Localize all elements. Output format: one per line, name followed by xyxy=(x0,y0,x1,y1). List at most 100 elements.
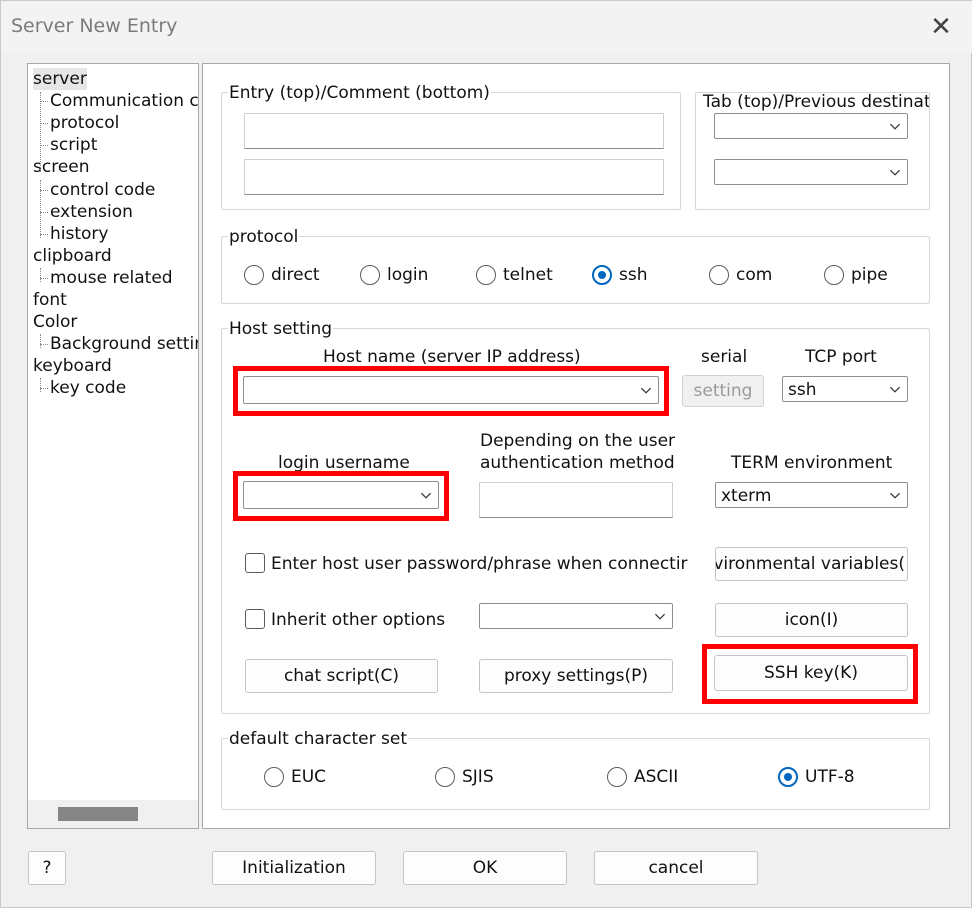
login-username-label: login username xyxy=(278,453,410,473)
tree-item[interactable]: screen xyxy=(33,156,90,178)
chevron-down-icon xyxy=(654,613,666,620)
protocol-radio-login[interactable] xyxy=(360,265,380,285)
charset-radio-ascii[interactable] xyxy=(607,767,627,787)
protocol-radio-label: login xyxy=(387,265,429,285)
tree-connector xyxy=(40,277,48,279)
auth-method-input[interactable] xyxy=(479,482,673,518)
environment-variables-button[interactable]: nvironmental variables( xyxy=(715,547,908,581)
help-button[interactable]: ? xyxy=(28,851,66,885)
hostname-label: Host name (server IP address) xyxy=(323,347,581,367)
ok-button[interactable]: OK xyxy=(403,851,567,885)
protocol-radio-label: direct xyxy=(271,265,320,285)
charset-radio-label: EUC xyxy=(291,767,327,787)
charset-legend: default character set xyxy=(228,729,409,749)
settings-tree: server Communication co protocol script scre… xyxy=(27,63,199,829)
tree-item[interactable]: control code xyxy=(50,179,155,201)
protocol-radio-label: com xyxy=(736,265,773,285)
protocol-radio-label: pipe xyxy=(851,265,888,285)
tab-group: Tab (top)/Previous destinatio xyxy=(695,92,930,210)
protocol-radio-ssh[interactable] xyxy=(592,265,612,285)
tcp-port-combo[interactable]: ssh xyxy=(782,376,908,402)
tree-horizontal-scrollbar[interactable] xyxy=(28,800,198,828)
tree-item[interactable]: Communication co xyxy=(50,90,198,112)
tree-item[interactable]: extension xyxy=(50,201,133,223)
charset-radio-label: ASCII xyxy=(634,767,679,787)
charset-radio-sjis[interactable] xyxy=(435,767,455,787)
tree-item[interactable]: Color xyxy=(33,311,77,333)
tree-item[interactable]: keyboard xyxy=(33,355,112,377)
protocol-radio-direct[interactable] xyxy=(244,265,264,285)
tree-connector xyxy=(40,378,41,392)
serial-setting-button[interactable]: setting xyxy=(682,375,764,407)
scrollbar-thumb[interactable] xyxy=(58,807,138,821)
environment-variables-label: nvironmental variables( xyxy=(715,554,905,574)
charset-radio-euc[interactable] xyxy=(264,767,284,787)
previous-destination-select[interactable] xyxy=(714,159,908,185)
tree-connector xyxy=(40,92,41,172)
initialization-button[interactable]: Initialization xyxy=(212,851,376,885)
password-checkbox[interactable] xyxy=(245,553,265,573)
chevron-down-icon xyxy=(889,492,901,499)
tree-item[interactable]: server xyxy=(33,68,87,90)
chevron-down-icon xyxy=(889,169,901,176)
protocol-radio-label: ssh xyxy=(619,265,648,285)
tcp-port-value: ssh xyxy=(788,380,817,400)
host-setting-legend: Host setting xyxy=(228,319,334,339)
tree-connector xyxy=(40,233,48,235)
term-environment-value: xterm xyxy=(721,486,772,506)
tree-connector xyxy=(40,123,48,125)
tree-connector xyxy=(40,334,41,348)
chevron-down-icon xyxy=(889,123,901,130)
tab-select[interactable] xyxy=(714,113,908,139)
tree-item[interactable]: Background settir xyxy=(50,333,198,355)
inherit-options-label: Inherit other options xyxy=(271,610,446,630)
tree-connector xyxy=(40,180,41,238)
title-bar: Server New Entry ✕ xyxy=(1,1,972,53)
inherit-options-combo[interactable] xyxy=(479,603,673,629)
protocol-group: protocol direct login telnet ssh com pipe xyxy=(221,227,930,304)
tree-connector xyxy=(40,189,48,191)
dialog-window: Server New Entry ✕ server Communication c… xyxy=(0,0,972,908)
tree-item[interactable]: history xyxy=(50,223,108,245)
protocol-radio-pipe[interactable] xyxy=(824,265,844,285)
chevron-down-icon xyxy=(640,387,652,394)
tree-item[interactable]: font xyxy=(33,289,67,311)
protocol-legend: protocol xyxy=(228,227,300,247)
login-username-combo[interactable] xyxy=(243,481,439,509)
chat-script-button[interactable]: chat script(C) xyxy=(245,659,438,693)
tree-connector xyxy=(40,211,48,213)
tree-item[interactable]: script xyxy=(50,134,97,156)
tree-item[interactable]: key code xyxy=(50,377,126,399)
inherit-options-checkbox[interactable] xyxy=(245,609,265,629)
term-environment-combo[interactable]: xterm xyxy=(715,482,908,508)
tab-legend: Tab (top)/Previous destinatio xyxy=(702,93,929,112)
charset-radio-utf-8[interactable] xyxy=(778,767,798,787)
hostname-combo[interactable] xyxy=(243,376,659,404)
serial-label: serial xyxy=(701,347,748,367)
tree-item[interactable]: protocol xyxy=(50,112,119,134)
tree-connector xyxy=(40,268,41,282)
proxy-settings-button[interactable]: proxy settings(P) xyxy=(479,659,673,693)
tree-connector xyxy=(40,145,48,147)
tree-connector xyxy=(40,101,48,103)
close-icon[interactable]: ✕ xyxy=(923,9,959,45)
cancel-button[interactable]: cancel xyxy=(594,851,758,885)
entry-input[interactable] xyxy=(244,113,664,149)
protocol-radio-com[interactable] xyxy=(709,265,729,285)
charset-group: default character set EUC SJIS ASCII UTF-8 xyxy=(221,729,930,810)
icon-button[interactable]: icon(I) xyxy=(715,603,908,637)
ssh-key-button[interactable]: SSH key(K) xyxy=(714,655,908,691)
tree-item[interactable]: mouse related xyxy=(50,267,173,289)
password-checkbox-label: Enter host user password/phrase when con… xyxy=(271,554,688,574)
tree-connector xyxy=(40,388,48,390)
comment-input[interactable] xyxy=(244,159,664,195)
entry-legend: Entry (top)/Comment (bottom) xyxy=(228,83,491,103)
host-setting-group: Host setting Host name (server IP addres… xyxy=(221,319,930,714)
auth-method-label-line2: authentication method xyxy=(480,453,675,473)
tree-item[interactable]: clipboard xyxy=(33,245,112,267)
auth-method-label-line1: Depending on the user xyxy=(480,431,676,451)
tree-connector xyxy=(40,344,48,346)
chevron-down-icon xyxy=(420,492,432,499)
window-title: Server New Entry xyxy=(11,15,178,37)
protocol-radio-telnet[interactable] xyxy=(476,265,496,285)
